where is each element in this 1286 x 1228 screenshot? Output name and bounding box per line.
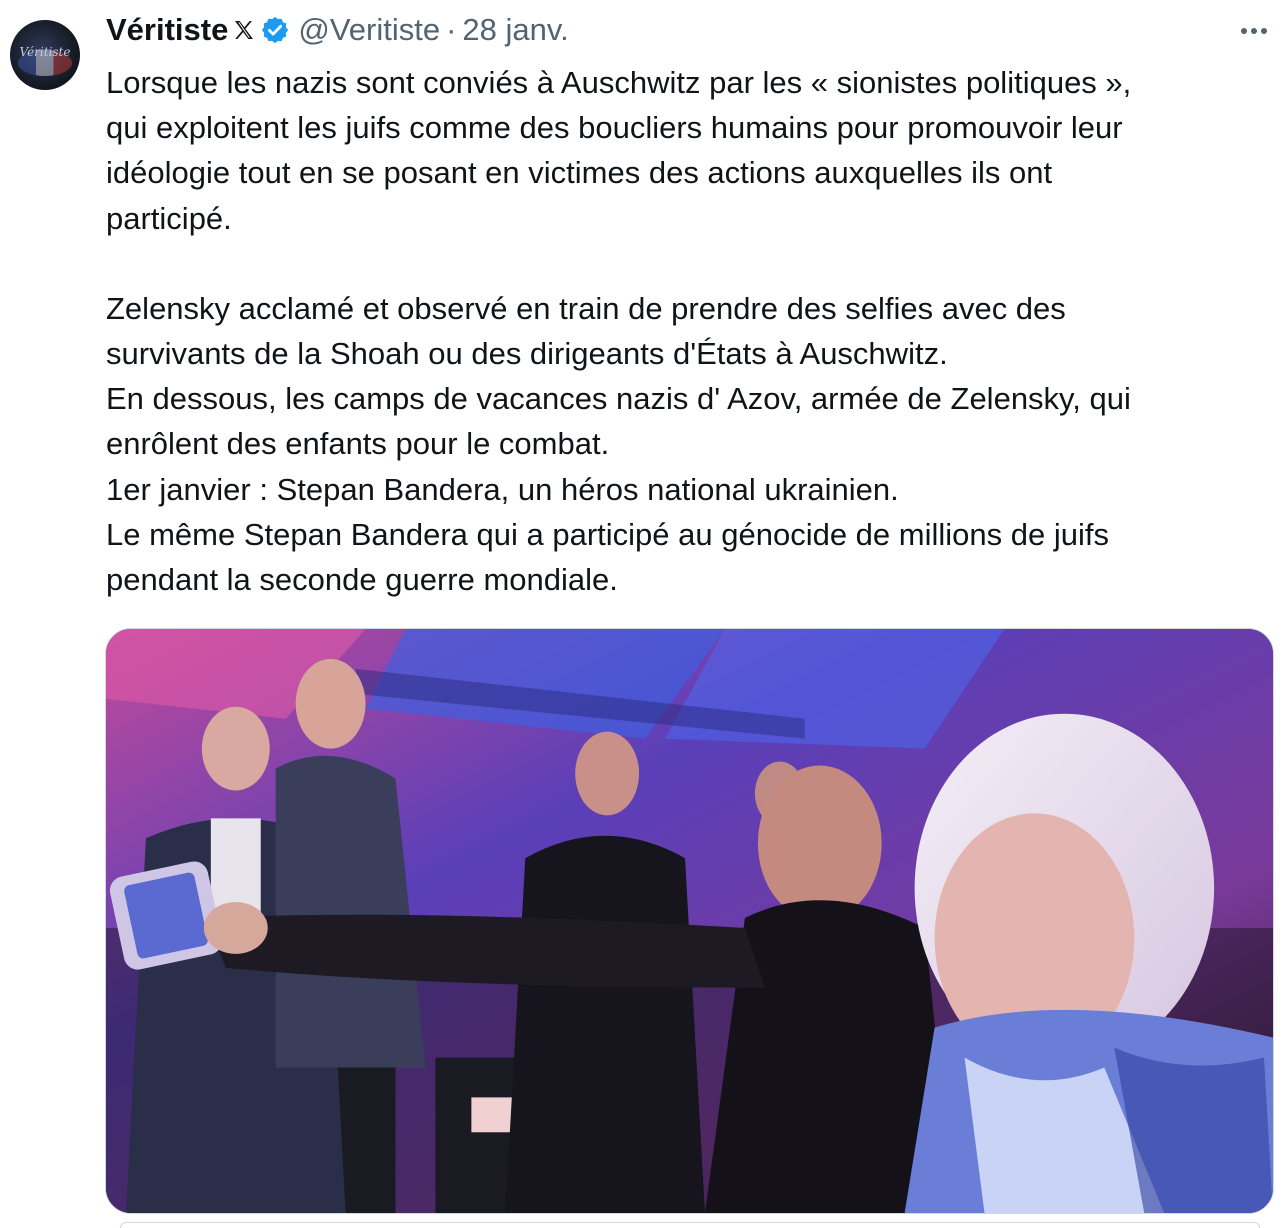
tweet-line: Zelensky acclamé et observé en train de … [106,290,1066,326]
tweet-line: idéologie tout en se posant en victimes … [106,155,1053,191]
tweet-line: 1er janvier : Stepan Bandera, un héros n… [106,471,899,507]
tweet-line: enrôlent des enfants pour le combat. [106,426,610,462]
author-display-name[interactable]: Véritiste [106,12,228,48]
tweet-line: Le même Stepan Bandera qui a participé a… [106,516,1109,552]
tweet-bottom-edge [120,1222,1260,1228]
verified-badge-icon[interactable] [260,15,290,45]
tweet-line: En dessous, les camps de vacances nazis … [106,381,1131,417]
separator-dot: · [446,12,457,47]
tweet-date[interactable]: 28 janv. [462,12,568,48]
tweet-line: survivants de la Shoah ou des dirigeants… [106,336,948,372]
tweet-text: Lorsque les nazis sont conviés à Auschwi… [106,60,1276,602]
tweet-photo[interactable] [105,628,1274,1214]
tweet-line: Lorsque les nazis sont conviés à Auschwi… [106,65,1132,100]
avatar-logo-text: Véritiste [19,45,71,59]
tweet-header: Véritiste @Veritiste · 28 janv. [106,10,1276,50]
avatar[interactable]: Véritiste [10,20,80,90]
tweet-line: pendant la seconde guerre mondiale. [106,562,618,598]
more-options-icon[interactable] [1236,16,1272,46]
x-logo-icon [232,18,256,42]
author-handle[interactable]: @Veritiste [298,12,440,48]
tweet[interactable]: Véritiste Véritiste @Veritiste · 28 janv… [0,0,1286,1228]
tweet-line: participé. [106,200,232,236]
tweet-line: qui exploitent les juifs comme des boucl… [106,110,1123,146]
